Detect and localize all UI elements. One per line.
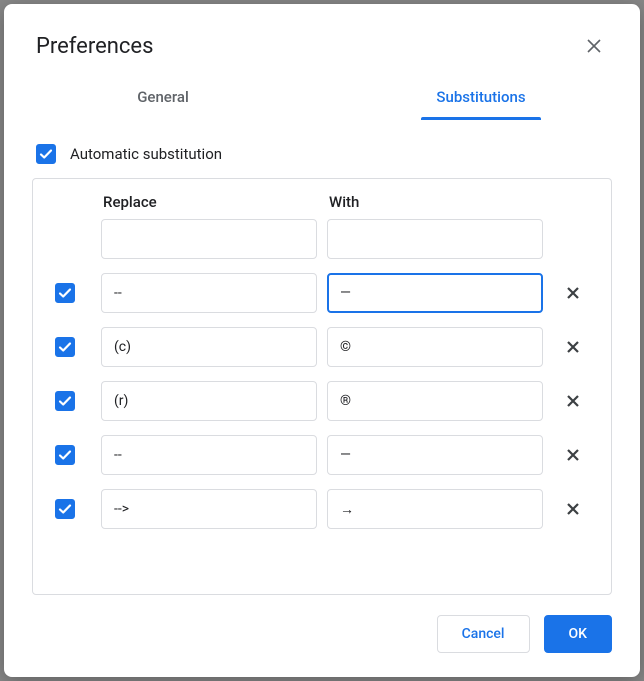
checkmark-icon (39, 147, 53, 161)
column-spacer-left (51, 193, 91, 211)
row-enabled-checkbox[interactable] (55, 391, 75, 411)
replace-input[interactable] (101, 273, 317, 313)
table-row (51, 435, 593, 475)
column-spacer-right (553, 193, 593, 211)
row-enabled-checkbox[interactable] (55, 499, 75, 519)
row-remove-cell (553, 279, 593, 307)
dialog-title: Preferences (36, 34, 153, 59)
automatic-substitution-checkbox[interactable] (36, 144, 56, 164)
replace-input[interactable] (101, 489, 317, 529)
dialog-header: Preferences (4, 4, 640, 76)
replace-input[interactable] (101, 219, 317, 259)
row-remove-cell (553, 495, 593, 523)
automatic-substitution-label: Automatic substitution (70, 145, 222, 163)
checkmark-icon (58, 394, 72, 408)
replace-input[interactable] (101, 381, 317, 421)
table-row (51, 489, 593, 529)
preferences-dialog: Preferences General Substitutions Automa… (4, 4, 640, 677)
table-row (51, 273, 593, 313)
remove-icon (567, 449, 579, 461)
with-input[interactable] (327, 381, 543, 421)
ok-button[interactable]: OK (544, 615, 613, 653)
automatic-substitution-row: Automatic substitution (32, 140, 612, 178)
row-enabled-checkbox[interactable] (55, 445, 75, 465)
with-input[interactable] (327, 273, 543, 313)
remove-icon (567, 503, 579, 515)
with-input[interactable] (327, 489, 543, 529)
row-enabled-checkbox[interactable] (55, 337, 75, 357)
tab-substitutions[interactable]: Substitutions (322, 76, 640, 120)
row-checkbox-cell (51, 391, 91, 411)
column-header-replace: Replace (101, 193, 317, 211)
with-input[interactable] (327, 219, 543, 259)
remove-icon (567, 341, 579, 353)
row-remove-cell (553, 333, 593, 361)
replace-input[interactable] (101, 327, 317, 367)
close-icon (586, 38, 602, 54)
dialog-footer: Cancel OK (4, 595, 640, 677)
row-checkbox-cell (51, 445, 91, 465)
remove-row-button[interactable] (559, 279, 587, 307)
table-row (51, 327, 593, 367)
with-input[interactable] (327, 435, 543, 475)
cancel-button[interactable]: Cancel (437, 615, 530, 653)
row-checkbox-cell (51, 499, 91, 519)
close-button[interactable] (576, 28, 612, 64)
remove-row-button[interactable] (559, 441, 587, 469)
table-row (51, 381, 593, 421)
checkmark-icon (58, 286, 72, 300)
table-row (51, 219, 593, 259)
dialog-body: Automatic substitution Replace With (4, 120, 640, 595)
remove-icon (567, 287, 579, 299)
checkmark-icon (58, 448, 72, 462)
column-header-with: With (327, 193, 543, 211)
tabs: General Substitutions (4, 76, 640, 120)
remove-row-button[interactable] (559, 387, 587, 415)
substitutions-scroll[interactable]: Replace With (33, 179, 611, 594)
checkmark-icon (58, 340, 72, 354)
with-input[interactable] (327, 327, 543, 367)
column-headers: Replace With (51, 193, 593, 211)
checkmark-icon (58, 502, 72, 516)
remove-row-button[interactable] (559, 333, 587, 361)
tab-general[interactable]: General (4, 76, 322, 120)
replace-input[interactable] (101, 435, 317, 475)
row-enabled-checkbox[interactable] (55, 283, 75, 303)
row-checkbox-cell (51, 337, 91, 357)
row-checkbox-cell (51, 283, 91, 303)
remove-icon (567, 395, 579, 407)
row-remove-cell (553, 441, 593, 469)
remove-row-button[interactable] (559, 495, 587, 523)
row-remove-cell (553, 387, 593, 415)
substitutions-table: Replace With (32, 178, 612, 595)
